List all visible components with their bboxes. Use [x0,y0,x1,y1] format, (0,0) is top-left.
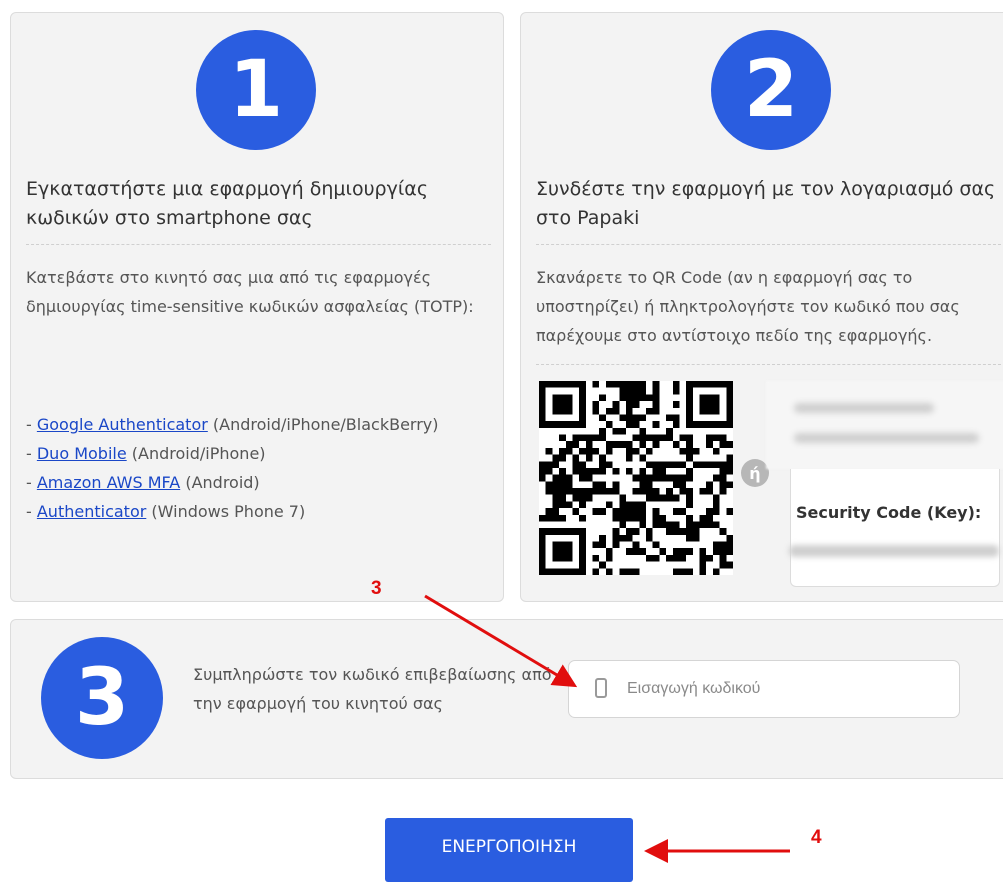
list-item: - Amazon AWS MFA (Android) [26,473,260,492]
blurred-account-name [794,403,934,413]
annotation-label-4: 4 [811,827,822,848]
annotation-label-3: 3 [371,578,382,599]
step-2-number-badge: 2 [711,30,831,150]
list-item: - Google Authenticator (Android/iPhone/B… [26,415,439,434]
security-key-box: Security Code (Key): [789,469,1000,587]
verification-code-field[interactable] [568,660,960,718]
step-3-instruction: Συμπληρώστε τον κωδικό επιβεβαίωσης από … [193,665,552,713]
activate-button[interactable]: ΕΝΕΡΓΟΠΟΙΗΣΗ [385,818,633,882]
blurred-account-email [794,433,979,443]
blurred-security-key [789,545,999,557]
account-info-blurred [766,381,1003,469]
qr-code [539,381,733,575]
step-3-number-badge: 3 [41,637,163,759]
mobile-phone-icon [595,678,607,698]
authenticator-link[interactable]: Authenticator [37,502,146,521]
or-badge: ή [741,459,769,487]
step-1-divider [26,244,491,245]
step-1-number-badge: 1 [196,30,316,150]
list-item: - Duo Mobile (Android/iPhone) [26,444,266,463]
step-1-description: Κατεβάστε στο κινητό σας μια από τις εφα… [26,268,474,316]
step-1-title: Εγκαταστήστε μια εφαρμογή δημιουργίας κω… [26,178,428,229]
duo-mobile-link[interactable]: Duo Mobile [37,444,127,463]
authenticator-app-list: - Google Authenticator (Android/iPhone/B… [26,410,439,526]
step-3-card: 3 Συμπληρώστε τον κωδικό επιβεβαίωσης απ… [10,619,1003,779]
list-item: - Authenticator (Windows Phone 7) [26,502,306,521]
step-2-title: Συνδέστε την εφαρμογή με τον λογαριασμό … [536,178,996,229]
google-authenticator-link[interactable]: Google Authenticator [37,415,208,434]
step-1-card: 1 Εγκαταστήστε μια εφαρμογή δημιουργίας … [10,12,504,602]
step-2-description: Σκανάρετε το QR Code (αν η εφαρμογή σας … [536,268,960,345]
step-2-card: 2 Συνδέστε την εφαρμογή με τον λογαριασμ… [520,12,1003,602]
step-2-divider [536,244,1003,245]
amazon-aws-mfa-link[interactable]: Amazon AWS MFA [37,473,180,492]
verification-code-input[interactable] [625,673,949,705]
step-2-divider-lower [536,364,1003,365]
security-code-label: Security Code (Key): [796,503,982,522]
